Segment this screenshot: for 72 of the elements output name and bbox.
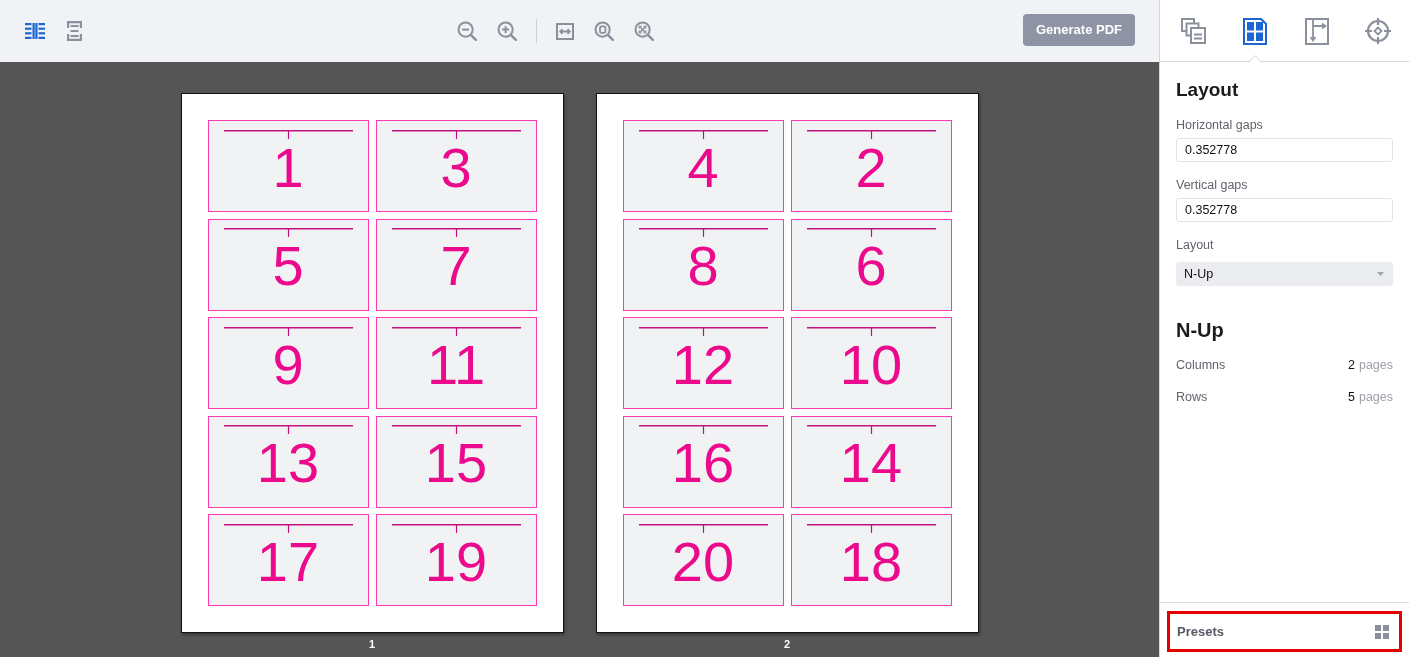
guide-mark-icon bbox=[391, 228, 521, 237]
number-input[interactable]: 0.352778 bbox=[1176, 198, 1393, 222]
page-number: 12 bbox=[671, 336, 735, 393]
fit-page-icon[interactable] bbox=[593, 21, 614, 41]
page-number: 16 bbox=[671, 435, 735, 491]
grid-layout-icon bbox=[1243, 17, 1268, 45]
page-number: 20 bbox=[671, 533, 735, 590]
dropdown-value: N-Up bbox=[1184, 265, 1214, 283]
section-heading: Layout bbox=[1176, 79, 1240, 101]
guide-mark-icon bbox=[806, 129, 936, 139]
guide-mark-icon bbox=[806, 326, 936, 336]
page-number: 7 bbox=[440, 238, 472, 294]
guide-mark-icon bbox=[806, 425, 936, 434]
sheet-number-label: 1 bbox=[368, 638, 376, 651]
layout-dropdown[interactable]: N-Up bbox=[1176, 262, 1393, 286]
crosshair-icon bbox=[1364, 17, 1393, 45]
page-number: 3 bbox=[440, 139, 472, 196]
page-number: 4 bbox=[687, 139, 719, 196]
guide-mark-icon bbox=[638, 523, 768, 533]
guide-mark-icon bbox=[391, 326, 521, 336]
page-number: 15 bbox=[424, 435, 488, 491]
fit-width-icon[interactable] bbox=[555, 22, 574, 40]
guide-mark-icon bbox=[638, 425, 768, 434]
field-label: Layout bbox=[1176, 238, 1215, 253]
field-label: Horizontal gaps bbox=[1176, 118, 1264, 133]
page-margins-icon bbox=[1304, 17, 1329, 45]
page-number: 6 bbox=[855, 238, 887, 294]
stacked-pages-icon bbox=[1181, 18, 1207, 44]
field-label: Vertical gaps bbox=[1176, 178, 1249, 193]
guide-mark-icon bbox=[223, 129, 353, 139]
page-number: 18 bbox=[839, 533, 903, 590]
setting-value: 5 bbox=[1348, 389, 1355, 405]
page-number: 11 bbox=[426, 336, 486, 393]
page-number: 19 bbox=[424, 533, 488, 590]
grid-icon bbox=[1375, 624, 1389, 639]
page-number: 2 bbox=[855, 139, 887, 196]
setting-label: Rows bbox=[1176, 389, 1208, 405]
zoom-in-icon[interactable] bbox=[496, 21, 517, 41]
page-number: 13 bbox=[256, 435, 320, 491]
guide-mark-icon bbox=[638, 228, 768, 237]
guide-mark-icon bbox=[806, 523, 936, 533]
dropdown-caret-icon bbox=[1377, 272, 1384, 276]
guide-mark-icon bbox=[223, 326, 353, 336]
number-input[interactable]: 0.352778 bbox=[1176, 138, 1393, 162]
section-heading: N-Up bbox=[1176, 318, 1225, 342]
guide-mark-icon bbox=[223, 228, 353, 237]
zoom-to-fit-icon[interactable] bbox=[633, 21, 654, 41]
two-column-view-icon[interactable] bbox=[25, 23, 45, 39]
page-number: 5 bbox=[272, 238, 304, 294]
setting-value: 2 bbox=[1348, 357, 1355, 373]
setting-label: Columns bbox=[1176, 357, 1226, 373]
guide-mark-icon bbox=[638, 326, 768, 336]
page-number: 1 bbox=[272, 139, 304, 196]
guide-mark-icon bbox=[806, 228, 936, 237]
guide-mark-icon bbox=[223, 425, 353, 434]
stacked-view-icon[interactable] bbox=[66, 21, 82, 41]
guide-mark-icon bbox=[223, 523, 353, 533]
guide-mark-icon bbox=[391, 523, 521, 533]
page-number: 9 bbox=[272, 336, 304, 393]
guide-mark-icon bbox=[638, 129, 768, 139]
guide-mark-icon bbox=[391, 129, 521, 139]
page-number: 17 bbox=[256, 533, 320, 590]
presets-label: Presets bbox=[1177, 622, 1224, 641]
guide-mark-icon bbox=[391, 425, 521, 434]
page-number: 8 bbox=[687, 238, 719, 294]
zoom-out-icon[interactable] bbox=[456, 21, 477, 41]
page-number: 14 bbox=[839, 435, 903, 491]
unit-label: pages bbox=[1358, 389, 1393, 405]
unit-label: pages bbox=[1358, 357, 1393, 373]
sheet-number-label: 2 bbox=[783, 638, 791, 651]
page-number: 10 bbox=[839, 336, 903, 393]
presets-bar[interactable]: Presets bbox=[1167, 611, 1402, 652]
